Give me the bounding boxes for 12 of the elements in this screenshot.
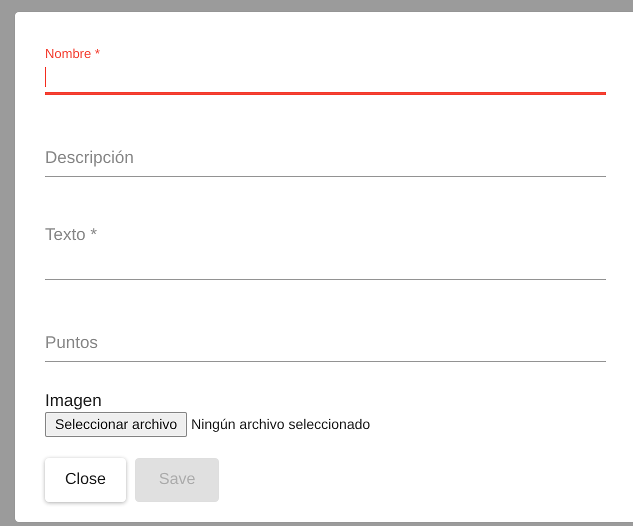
field-label: Texto * bbox=[45, 224, 97, 246]
text-cursor bbox=[45, 67, 46, 87]
close-button[interactable]: Close bbox=[45, 458, 126, 502]
field-label: Descripción bbox=[45, 147, 134, 169]
field-label: Nombre * bbox=[45, 46, 100, 62]
input-field[interactable]: Descripción bbox=[45, 95, 606, 177]
input-field[interactable]: Puntos bbox=[45, 280, 606, 362]
file-status: Ningún archivo seleccionado bbox=[191, 415, 370, 434]
choose-file-button[interactable]: Seleccionar archivo bbox=[45, 412, 188, 437]
image-label: Imagen bbox=[45, 391, 102, 411]
field-label: Puntos bbox=[45, 332, 98, 354]
input-field[interactable]: Texto * bbox=[45, 177, 606, 280]
